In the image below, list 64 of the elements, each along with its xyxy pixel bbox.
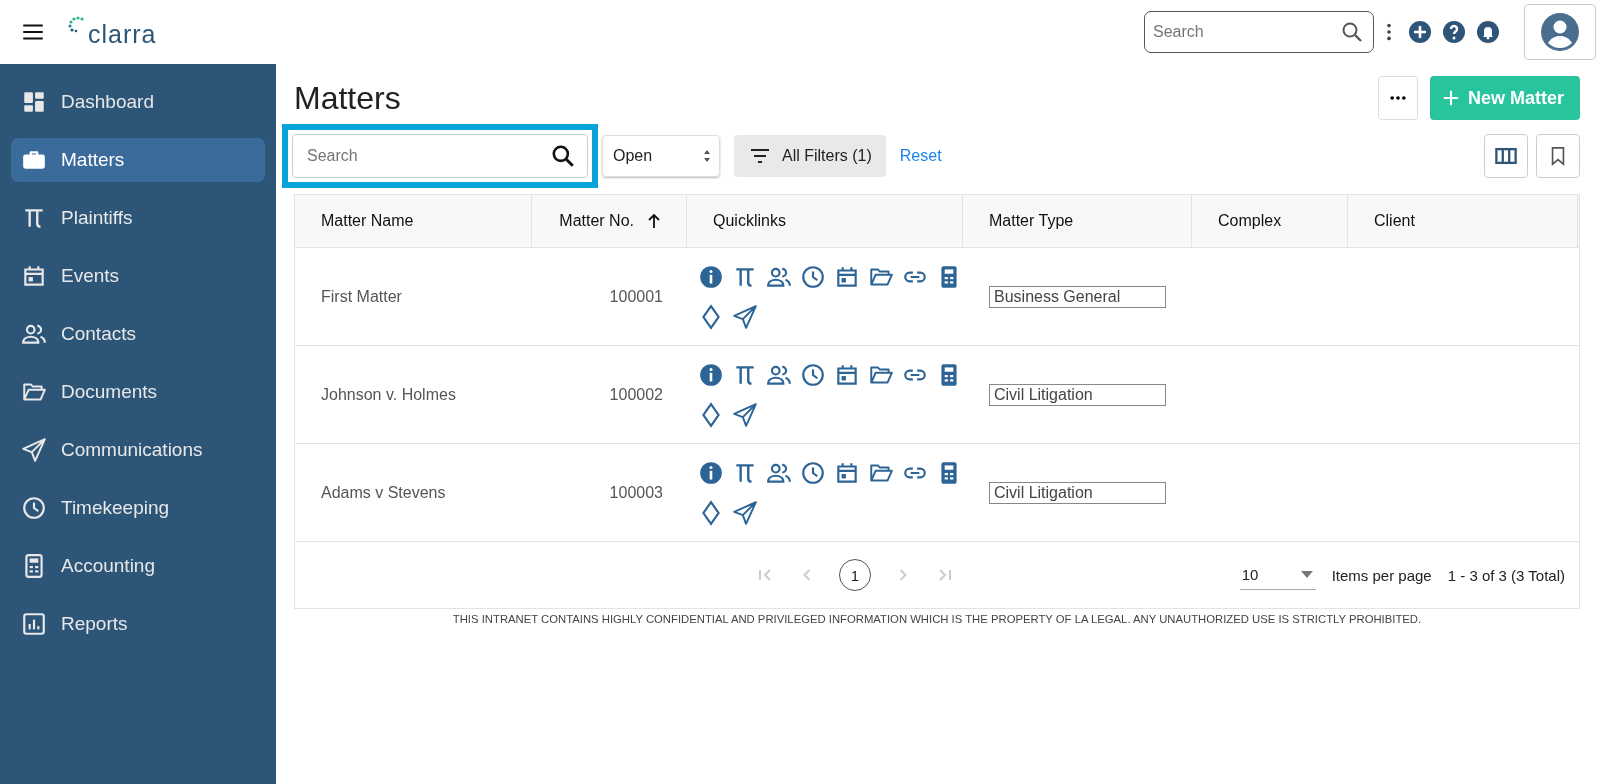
column-header[interactable]: Matter Type xyxy=(963,195,1192,247)
column-header[interactable]: Client xyxy=(1348,195,1578,247)
column-header[interactable]: Matter No. xyxy=(532,195,687,247)
clock-icon[interactable] xyxy=(799,263,827,290)
sidebar-item[interactable]: Accounting xyxy=(11,544,265,588)
paper-plane-icon[interactable] xyxy=(731,303,759,330)
bar-chart-icon xyxy=(21,611,47,637)
page-title: Matters xyxy=(294,79,401,117)
status-dropdown[interactable]: Open xyxy=(602,135,720,177)
sidebar-item[interactable]: Events xyxy=(11,254,265,298)
matter-name: First Matter xyxy=(321,287,402,306)
clock-icon[interactable] xyxy=(799,459,827,486)
plus-icon xyxy=(1441,89,1460,107)
logo-text: clarra xyxy=(88,19,157,49)
search-icon xyxy=(1340,20,1364,44)
matter-type-tag: Business General xyxy=(989,285,1166,308)
item-range: 1 - 3 of 3 (3 Total) xyxy=(1447,566,1565,584)
bell-icon[interactable] xyxy=(1476,20,1500,44)
caret-icon xyxy=(1299,570,1314,579)
add-icon[interactable] xyxy=(1408,20,1432,44)
bookmark-button[interactable] xyxy=(1536,134,1580,178)
sidebar-item[interactable]: Matters xyxy=(11,138,265,182)
items-per-page-label: Items per page xyxy=(1331,566,1432,584)
info-icon[interactable] xyxy=(697,361,725,388)
matter-name: Johnson v. Holmes xyxy=(321,385,456,404)
more-vertical-icon[interactable] xyxy=(1386,21,1392,43)
columns-icon xyxy=(1495,146,1517,166)
info-icon[interactable] xyxy=(697,459,725,486)
page-size-dropdown[interactable]: 10 xyxy=(1239,560,1316,590)
column-header[interactable]: Complex xyxy=(1192,195,1348,247)
paper-plane-icon[interactable] xyxy=(731,401,759,428)
matter-type-tag: Civil Litigation xyxy=(989,383,1166,406)
paper-plane-icon[interactable] xyxy=(731,499,759,526)
confidentiality-notice: THIS INTRANET CONTAINS HIGHLY CONFIDENTIAL AND PRIVILEGED INFORMATION WHICH IS THE PROPERTY OF LA LEGAL. ANY UNAUTHORIZED USE IS STRICTLY PROHIBITED. xyxy=(451,613,1423,625)
column-header[interactable]: Quicklinks xyxy=(687,195,963,247)
sidebar-item[interactable]: Dashboard xyxy=(11,80,265,124)
dropdown-arrows-icon xyxy=(703,149,711,163)
sidebar-item[interactable]: Reports xyxy=(11,602,265,646)
matter-number: 100003 xyxy=(609,483,663,502)
matter-number: 100002 xyxy=(609,385,663,404)
reset-link[interactable]: Reset xyxy=(899,147,942,165)
more-horizontal-icon xyxy=(1387,95,1408,101)
info-icon[interactable] xyxy=(697,263,725,290)
calendar-icon xyxy=(21,263,47,289)
sidebar-item[interactable]: Timekeeping xyxy=(11,486,265,530)
sidebar-item[interactable]: Plaintiffs xyxy=(11,196,265,240)
help-icon[interactable] xyxy=(1442,20,1466,44)
search-icon xyxy=(550,143,576,169)
sidebar-item[interactable]: Contacts xyxy=(11,312,265,356)
clock-icon[interactable] xyxy=(799,361,827,388)
matter-name: Adams v Stevens xyxy=(321,483,446,502)
matter-type-tag: Civil Litigation xyxy=(989,481,1166,504)
columns-button[interactable] xyxy=(1484,134,1528,178)
dashboard-icon xyxy=(21,89,47,115)
sidebar-item[interactable]: Communications xyxy=(11,428,265,472)
matter-number: 100001 xyxy=(609,287,663,306)
search-field[interactable]: Search xyxy=(1144,11,1374,53)
sidebar-item[interactable]: Documents xyxy=(11,370,265,414)
user-avatar-icon xyxy=(1540,12,1580,52)
paper-plane-icon xyxy=(21,437,47,463)
column-header[interactable]: Matter Name xyxy=(295,195,532,247)
account-button[interactable] xyxy=(1524,4,1596,60)
clock-icon xyxy=(21,495,47,521)
all-filters-button[interactable]: All Filters (1) xyxy=(734,135,886,177)
